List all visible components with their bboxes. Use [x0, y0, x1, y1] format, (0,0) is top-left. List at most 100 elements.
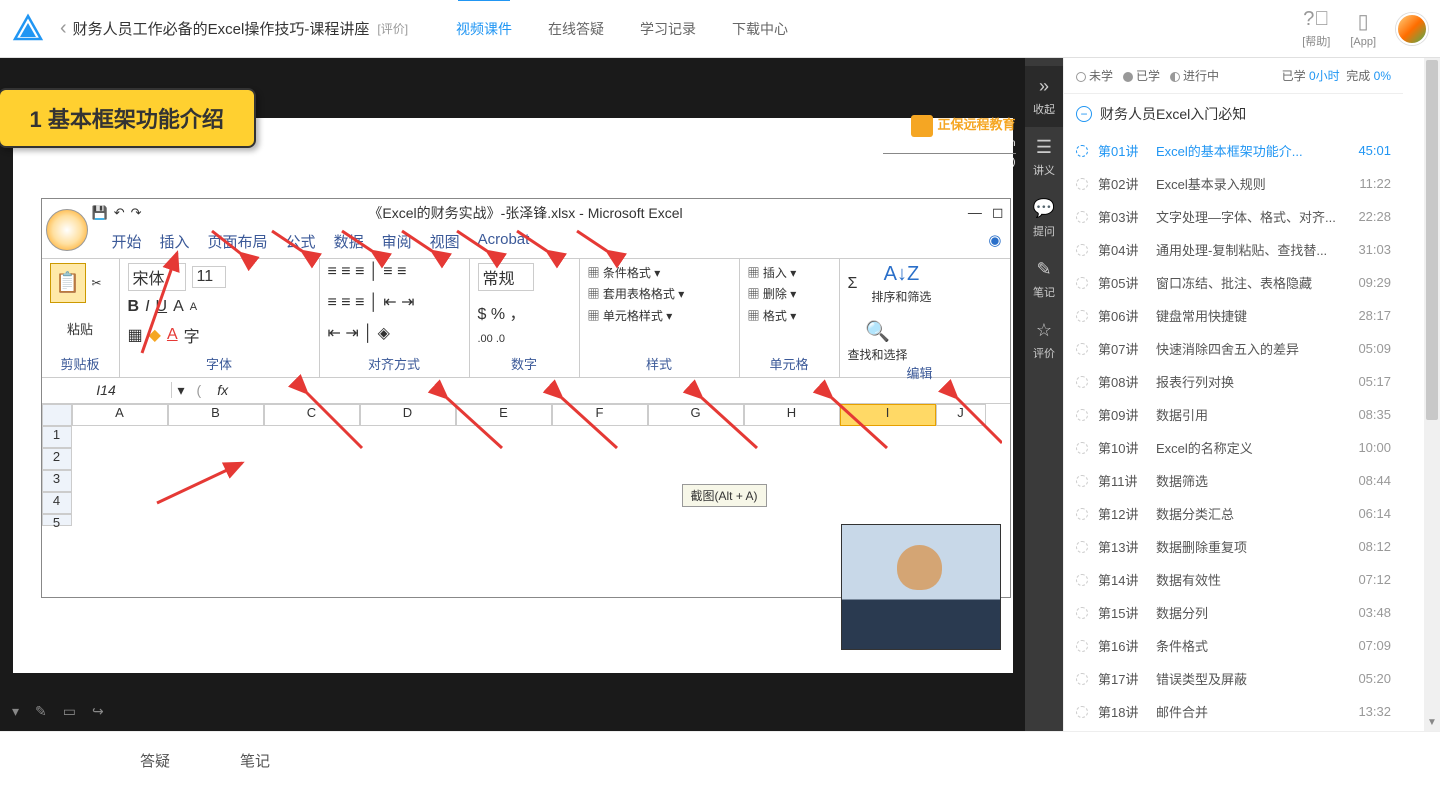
lesson-item[interactable]: 第05讲 窗口冻结、批注、表格隐藏 09:29: [1064, 266, 1403, 299]
lesson-number: 第07讲: [1098, 339, 1146, 358]
status-dot-icon: [1076, 442, 1088, 454]
tab-download[interactable]: 下载中心: [714, 0, 806, 58]
status-dot-icon: [1076, 574, 1088, 586]
tab-video[interactable]: 视频课件: [438, 0, 530, 58]
tab-qa[interactable]: 在线答疑: [530, 0, 622, 58]
lesson-number: 第13讲: [1098, 537, 1146, 556]
pen-icon[interactable]: ✎: [35, 703, 47, 720]
lesson-number: 第16讲: [1098, 636, 1146, 655]
lesson-item[interactable]: 第02讲 Excel基本录入规则 11:22: [1064, 167, 1403, 200]
share-icon[interactable]: ↪: [92, 703, 104, 720]
lesson-item[interactable]: 第06讲 键盘常用快捷键 28:17: [1064, 299, 1403, 332]
slide-title: 1 基本框架功能介绍: [0, 88, 256, 148]
cell-style-icon: ▦: [588, 309, 600, 323]
lesson-item[interactable]: 第07讲 快速消除四舍五入的差异 05:09: [1064, 332, 1403, 365]
help-button[interactable]: ?⃝[帮助]: [1302, 8, 1330, 49]
lesson-duration: 08:44: [1347, 473, 1391, 488]
bottom-tab-qa[interactable]: 答疑: [140, 750, 170, 771]
rail-handout[interactable]: ☰讲义: [1025, 127, 1063, 188]
lesson-item[interactable]: 第11讲 数据筛选 08:44: [1064, 464, 1403, 497]
lesson-item[interactable]: 第04讲 通用处理-复制粘贴、查找替... 31:03: [1064, 233, 1403, 266]
scroll-down-icon[interactable]: ▼: [1424, 715, 1440, 731]
brand-logo-icon: [911, 115, 933, 137]
lesson-item[interactable]: 第18讲 邮件合并 13:32: [1064, 695, 1403, 728]
font-color-icon: A: [167, 326, 178, 344]
dot-half-icon: [1170, 72, 1180, 82]
delete-icon: ▦: [748, 287, 760, 301]
lesson-item[interactable]: 第10讲 Excel的名称定义 10:00: [1064, 431, 1403, 464]
lesson-item[interactable]: 第09讲 数据引用 08:35: [1064, 398, 1403, 431]
lesson-list[interactable]: 第01讲 Excel的基本框架功能介... 45:01 第02讲 Excel基本…: [1064, 134, 1403, 731]
lesson-item[interactable]: 第12讲 数据分类汇总 06:14: [1064, 497, 1403, 530]
site-logo-icon[interactable]: [10, 11, 46, 47]
presenter-video: [841, 524, 1001, 650]
border-icon: ▦: [128, 325, 143, 345]
lesson-item[interactable]: 第16讲 条件格式 07:09: [1064, 629, 1403, 662]
star-icon: ☆: [1036, 320, 1052, 341]
list-icon: ☰: [1036, 137, 1052, 158]
lesson-title: 快速消除四舍五入的差异: [1156, 339, 1337, 358]
user-avatar[interactable]: [1396, 13, 1428, 45]
format-icon: ▦: [748, 309, 760, 323]
group-number: 数字: [478, 354, 571, 373]
status-dot-icon: [1076, 475, 1088, 487]
sort-icon: A↓Z: [884, 263, 920, 286]
excel-titlebar: 💾↶↷ 《Excel的财务实战》-张泽锋.xlsx - Microsoft Ex…: [42, 199, 1010, 227]
lesson-item[interactable]: 第15讲 数据分列 03:48: [1064, 596, 1403, 629]
side-rail: »收起 ☰讲义 💬提问 ✎笔记 ☆评价: [1025, 58, 1063, 731]
cond-format-icon: ▦: [588, 266, 600, 280]
rail-rate[interactable]: ☆评价: [1025, 310, 1063, 371]
lesson-title: 数据删除重复项: [1156, 537, 1337, 556]
rail-notes[interactable]: ✎笔记: [1025, 249, 1063, 310]
lesson-number: 第15讲: [1098, 603, 1146, 622]
sheet-grid: A B C D E F G H I J 1: [42, 404, 1010, 526]
rail-collapse[interactable]: »收起: [1025, 66, 1063, 127]
lesson-duration: 10:00: [1347, 440, 1391, 455]
lesson-duration: 13:32: [1347, 704, 1391, 719]
lesson-item[interactable]: 第17讲 错误类型及屏蔽 05:20: [1064, 662, 1403, 695]
rail-question[interactable]: 💬提问: [1025, 188, 1063, 249]
ribbon-tab-review: 审阅: [382, 231, 412, 252]
note-icon[interactable]: ▭: [63, 703, 76, 720]
lesson-title: 数据引用: [1156, 405, 1337, 424]
marker-icon[interactable]: ▾: [12, 703, 19, 720]
bottom-tab-notes[interactable]: 笔记: [240, 750, 270, 771]
lesson-number: 第14讲: [1098, 570, 1146, 589]
lesson-duration: 28:17: [1347, 308, 1391, 323]
lesson-title: 文字处理—字体、格式、对齐...: [1156, 207, 1337, 226]
video-content[interactable]: 1 基本框架功能介绍 正保远程教育 www.cdeledu.com 美国纽交所上…: [0, 58, 1025, 692]
lesson-number: 第05讲: [1098, 273, 1146, 292]
save-icon: 💾: [92, 205, 108, 221]
lesson-item[interactable]: 第01讲 Excel的基本框架功能介... 45:01: [1064, 134, 1403, 167]
page-scrollbar[interactable]: ▲ ▼: [1424, 58, 1440, 731]
lesson-title: 数据分列: [1156, 603, 1337, 622]
ribbon-tab-insert: 插入: [160, 231, 190, 252]
scroll-thumb[interactable]: [1426, 60, 1438, 420]
lesson-item[interactable]: 第03讲 文字处理—字体、格式、对齐... 22:28: [1064, 200, 1403, 233]
lesson-title: 邮件合并: [1156, 702, 1337, 721]
app-button[interactable]: ▯[App]: [1350, 9, 1376, 48]
status-dot-icon: [1076, 178, 1088, 190]
lesson-item[interactable]: 第14讲 数据有效性 07:12: [1064, 563, 1403, 596]
section-title[interactable]: − 财务人员Excel入门必知: [1064, 94, 1403, 134]
ribbon-body: 📋✂ 粘贴 剪贴板 宋体11 B I U A A ▦ ◆ A 字 字体 ≡ ≡ …: [42, 258, 1010, 378]
lesson-item[interactable]: 第19讲 快速消除Excel网格线 02:48: [1064, 728, 1403, 731]
excel-help-icon: ◉: [988, 231, 1001, 252]
find-icon: 🔍: [865, 319, 890, 344]
evaluate-link[interactable]: [评价]: [377, 20, 408, 37]
redo-icon: ↷: [131, 205, 142, 221]
tab-record[interactable]: 学习记录: [622, 0, 714, 58]
main-area: 1 基本框架功能介绍 正保远程教育 www.cdeledu.com 美国纽交所上…: [0, 58, 1440, 731]
right-panel: 未学 已学 进行中 已学 0小时 完成 0% − 财务人员Excel入门必知 第…: [1063, 58, 1403, 731]
paste-label: 粘贴: [50, 319, 111, 338]
status-dot-icon: [1076, 706, 1088, 718]
back-icon[interactable]: ‹: [60, 17, 67, 40]
lesson-title: 报表行列对换: [1156, 372, 1337, 391]
status-dot-icon: [1076, 409, 1088, 421]
lesson-number: 第01讲: [1098, 141, 1146, 160]
lesson-duration: 08:12: [1347, 539, 1391, 554]
chat-icon: 💬: [1033, 198, 1055, 219]
window-buttons: —◻: [968, 204, 1004, 221]
lesson-item[interactable]: 第13讲 数据删除重复项 08:12: [1064, 530, 1403, 563]
lesson-item[interactable]: 第08讲 报表行列对换 05:17: [1064, 365, 1403, 398]
